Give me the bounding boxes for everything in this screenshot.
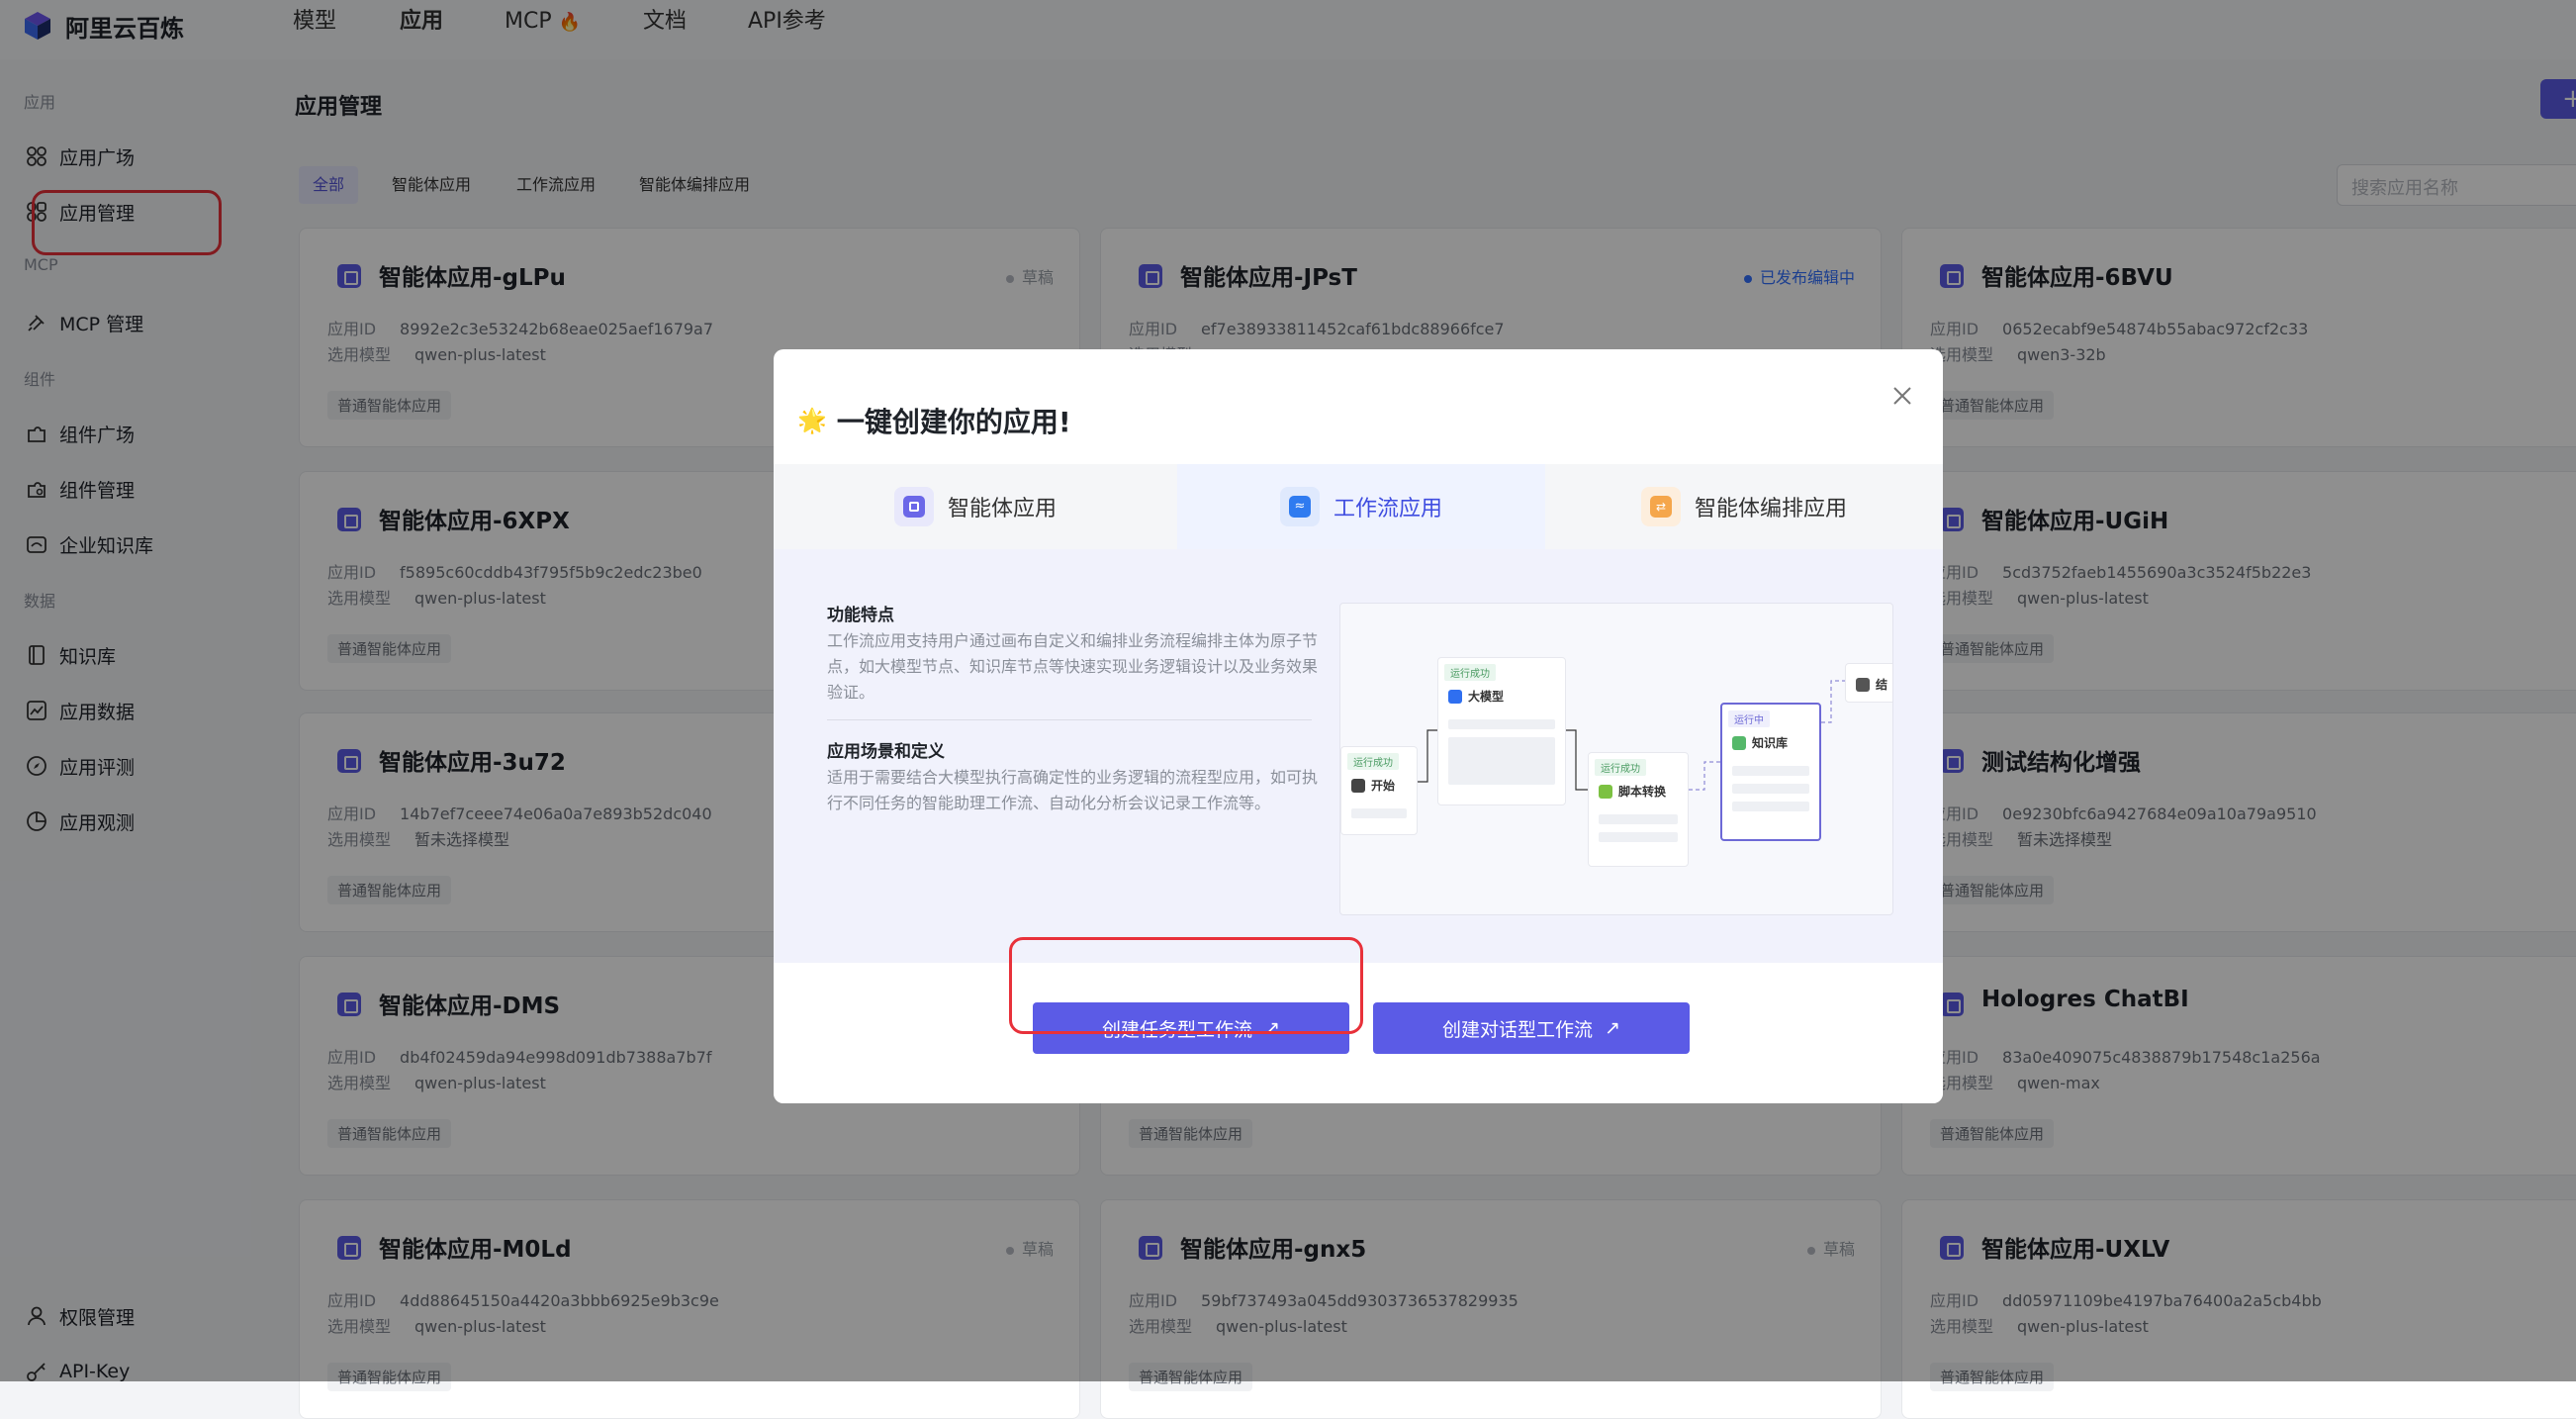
placeholder-bar: [1732, 766, 1809, 776]
node-status: 运行成功: [1347, 753, 1399, 770]
create-chat-workflow-button[interactable]: 创建对话型工作流 ↗: [1373, 1002, 1690, 1054]
tab-label: 工作流应用: [1333, 497, 1442, 521]
placeholder-bar: [1351, 808, 1407, 818]
modal-title-text: 一键创建你的应用!: [836, 406, 1071, 438]
tab-label: 智能体编排应用: [1694, 497, 1847, 521]
node-status: 运行中: [1728, 710, 1770, 727]
star-icon: 🌟: [797, 407, 827, 434]
tab-orchestration-app[interactable]: ⇄ 智能体编排应用: [1545, 464, 1943, 549]
node-name: 脚本转换: [1599, 783, 1666, 800]
modal-description: 功能特点 工作流应用支持用户通过画布自定义和编排业务流程编排主体为原子节点，如大…: [774, 549, 1943, 963]
workflow-app-icon: ≈: [1279, 487, 1320, 526]
app-type-tabs: 智能体应用 ≈ 工作流应用 ⇄ 智能体编排应用: [774, 464, 1943, 549]
llm-node-icon: [1448, 689, 1462, 704]
kb-node-icon: [1732, 735, 1746, 750]
node-status: 运行成功: [1595, 759, 1646, 776]
start-node-icon: [1351, 778, 1365, 793]
workflow-node-llm: 运行成功 大模型: [1437, 657, 1566, 805]
script-node-icon: [1599, 784, 1612, 799]
button-label: 创建对话型工作流: [1442, 1018, 1594, 1041]
highlight-annotation: [1009, 937, 1363, 1034]
node-name-label: 开始: [1371, 779, 1396, 793]
scenario-text: 适用于需要结合大模型执行高确定性的业务逻辑的流程型应用，如可执行不同任务的智能助…: [827, 768, 1319, 812]
create-app-modal: 🌟 一键创建你的应用! 智能体应用 ≈ 工作流应用 ⇄ 智能体编排应用 功能特点…: [774, 349, 1943, 1103]
node-name: 开始: [1351, 777, 1395, 794]
node-name-label: 脚本转换: [1618, 785, 1667, 799]
modal-title: 🌟 一键创建你的应用!: [797, 401, 1071, 440]
close-icon[interactable]: [1889, 383, 1915, 409]
workflow-node-end: 结: [1845, 663, 1892, 703]
scenario-heading: 应用场景和定义: [827, 742, 945, 762]
features-heading: 功能特点: [827, 606, 894, 625]
workflow-node-script: 运行成功 脚本转换: [1588, 752, 1689, 867]
workflow-node-kb: 运行中 知识库: [1720, 703, 1821, 841]
placeholder-bar: [1599, 814, 1678, 824]
node-name: 知识库: [1732, 734, 1788, 751]
workflow-node-start: 运行成功 开始: [1340, 746, 1418, 835]
node-name-label: 知识库: [1752, 736, 1789, 750]
node-name-label: 大模型: [1468, 690, 1505, 704]
workflow-preview-image: 运行成功 开始 运行成功 大模型 运行成功 脚本转换 运行中 知识库 结: [1339, 603, 1893, 915]
tab-workflow-app[interactable]: ≈ 工作流应用: [1177, 464, 1545, 549]
placeholder-block: [1448, 737, 1555, 785]
orchestration-app-icon: ⇄: [1640, 487, 1681, 526]
node-name-label: 结: [1876, 678, 1888, 692]
placeholder-bar: [1599, 832, 1678, 842]
modal-footer: 创建任务型工作流 ↗ 创建对话型工作流 ↗: [774, 937, 1943, 1103]
end-node-icon: [1856, 677, 1870, 692]
tab-agent-app[interactable]: 智能体应用: [774, 464, 1177, 549]
tab-label: 智能体应用: [947, 497, 1057, 521]
node-name: 大模型: [1448, 688, 1504, 705]
divider: [827, 719, 1312, 720]
node-status: 运行成功: [1444, 664, 1496, 681]
agent-app-icon: [893, 487, 934, 526]
placeholder-bar: [1448, 719, 1555, 729]
features-text: 工作流应用支持用户通过画布自定义和编排业务流程编排主体为原子节点，如大模型节点、…: [827, 631, 1319, 702]
external-link-icon: ↗: [1605, 1017, 1620, 1039]
node-name: 结: [1856, 676, 1887, 693]
placeholder-bar: [1732, 802, 1809, 811]
placeholder-bar: [1732, 784, 1809, 794]
